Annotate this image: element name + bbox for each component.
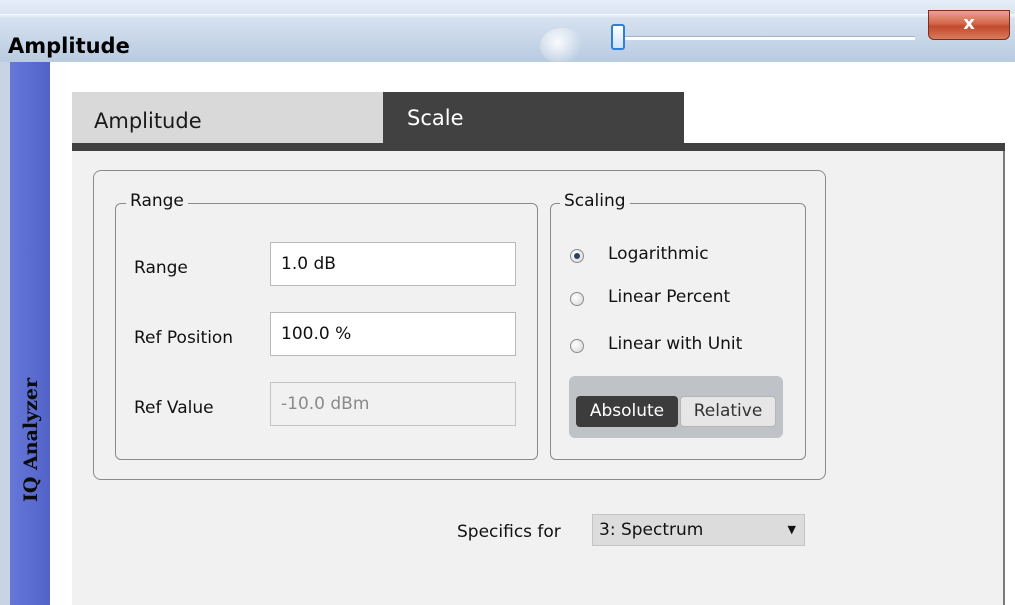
ref-value-label: Ref Value bbox=[134, 398, 214, 418]
dropdown-arrow-icon: ▼ bbox=[787, 523, 796, 536]
relative-button[interactable]: Relative bbox=[680, 396, 776, 427]
linear-percent-label[interactable]: Linear Percent bbox=[608, 287, 730, 307]
tab-scale[interactable]: Scale bbox=[383, 92, 684, 144]
title-bar-highlight bbox=[0, 14, 1015, 18]
specifics-for-select[interactable]: 3: Spectrum ▼ bbox=[592, 514, 805, 546]
ref-value-field: -10.0 dBm bbox=[270, 382, 516, 426]
transparency-slider-track[interactable] bbox=[620, 36, 915, 40]
ref-position-label: Ref Position bbox=[134, 328, 234, 348]
logarithmic-label[interactable]: Logarithmic bbox=[608, 244, 709, 264]
range-field[interactable]: 1.0 dB bbox=[270, 242, 516, 286]
close-button[interactable]: x bbox=[928, 10, 1010, 40]
specifics-for-value: 3: Spectrum bbox=[599, 520, 704, 540]
logarithmic-radio[interactable] bbox=[570, 249, 584, 263]
range-group-legend: Range bbox=[126, 191, 188, 211]
absolute-button[interactable]: Absolute bbox=[576, 396, 678, 427]
tab-amplitude[interactable]: Amplitude bbox=[72, 92, 383, 144]
window-frame-left bbox=[0, 62, 10, 605]
linear-with-unit-radio[interactable] bbox=[570, 339, 584, 353]
transparency-slider-thumb[interactable] bbox=[611, 24, 625, 50]
window-glow-decoration bbox=[540, 28, 584, 62]
close-icon: x bbox=[963, 13, 975, 34]
application-sideband bbox=[10, 62, 50, 605]
scaling-group-legend: Scaling bbox=[560, 191, 630, 211]
specifics-for-label: Specifics for bbox=[457, 522, 561, 542]
linear-with-unit-label[interactable]: Linear with Unit bbox=[608, 334, 742, 354]
application-label: IQ Analyzer bbox=[20, 377, 42, 503]
ref-position-field[interactable]: 100.0 % bbox=[270, 312, 516, 356]
linear-percent-radio[interactable] bbox=[570, 292, 584, 306]
range-label: Range bbox=[134, 258, 188, 278]
title-bar: Amplitude x bbox=[0, 0, 1015, 63]
dialog-title: Amplitude bbox=[8, 34, 130, 58]
tab-strip bbox=[72, 143, 1005, 151]
